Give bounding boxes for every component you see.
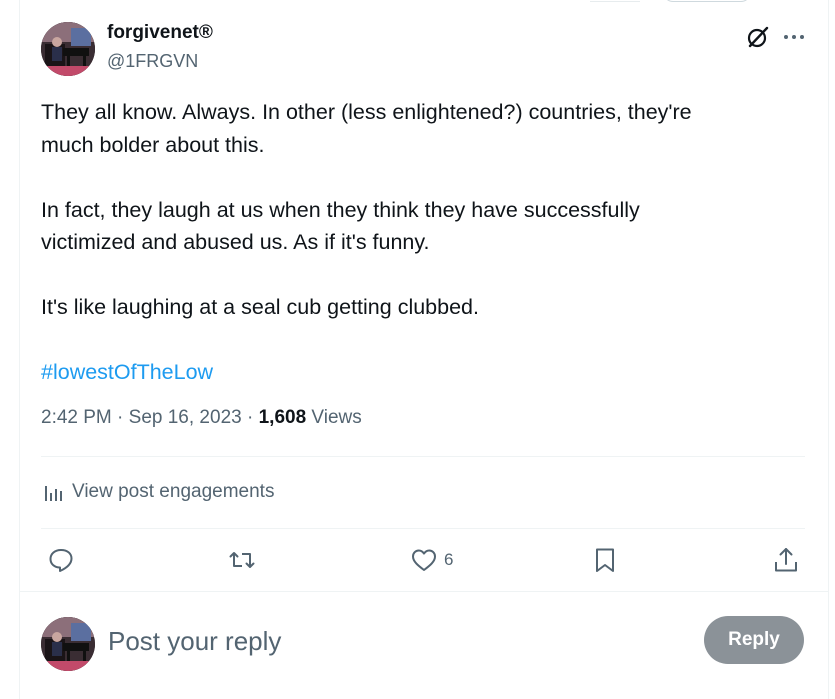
author-avatar[interactable] <box>41 22 95 76</box>
more-icon[interactable] <box>781 24 807 50</box>
current-user-avatar[interactable] <box>41 617 95 671</box>
view-engagements-label: View post engagements <box>72 481 275 502</box>
hashtag-link[interactable]: #lowestOfTheLow <box>41 356 213 389</box>
more-icon-graphic <box>784 35 804 39</box>
top-edge-fragment <box>590 0 640 2</box>
post-time[interactable]: 2:42 PM <box>41 407 112 428</box>
share-icon <box>775 548 797 572</box>
column-border-left <box>19 0 20 699</box>
like-count: 6 <box>444 550 454 569</box>
avatar-image <box>41 22 95 76</box>
avatar-image <box>41 617 95 671</box>
reply-input[interactable]: Post your reply <box>108 621 668 661</box>
repost-icon <box>229 552 255 568</box>
view-engagements-link[interactable]: View post engagements <box>41 476 274 508</box>
views-label: Views <box>306 407 362 428</box>
meta-separator: · <box>111 407 129 428</box>
reply-submit-button[interactable]: Reply <box>704 616 804 664</box>
reply-button-action[interactable] <box>47 543 81 577</box>
post-meta: 2:42 PM · Sep 16, 2023 · 1,608 Views <box>41 407 362 429</box>
author-handle[interactable]: @1FRGVN <box>107 51 198 72</box>
meta-separator: · <box>241 407 259 428</box>
top-pill-button[interactable] <box>663 0 751 2</box>
divider <box>20 591 828 592</box>
grok-icon-graphic <box>747 26 769 48</box>
like-button[interactable]: 6 <box>410 543 453 577</box>
share-button[interactable] <box>772 543 800 577</box>
bookmark-icon <box>596 548 614 572</box>
heart-icon <box>412 549 436 571</box>
divider <box>41 528 805 529</box>
views-count: 1,608 <box>258 407 307 428</box>
post-paragraph: It's like laughing at a seal cub getting… <box>41 295 479 319</box>
repost-button[interactable] <box>228 543 262 577</box>
post-paragraph: In fact, they laugh at us when they thin… <box>41 197 640 255</box>
post-text: They all know. Always. In other (less en… <box>41 96 811 389</box>
author-display-name[interactable]: forgivenet® <box>107 22 213 44</box>
bar-chart-icon <box>41 480 65 504</box>
post-paragraph: They all know. Always. In other (less en… <box>41 100 692 157</box>
bookmark-button[interactable] <box>591 543 625 577</box>
divider <box>41 456 805 457</box>
reply-icon <box>49 549 73 572</box>
grok-icon[interactable] <box>745 24 771 50</box>
column-border-right <box>828 0 829 699</box>
post-date[interactable]: Sep 16, 2023 <box>129 407 242 428</box>
